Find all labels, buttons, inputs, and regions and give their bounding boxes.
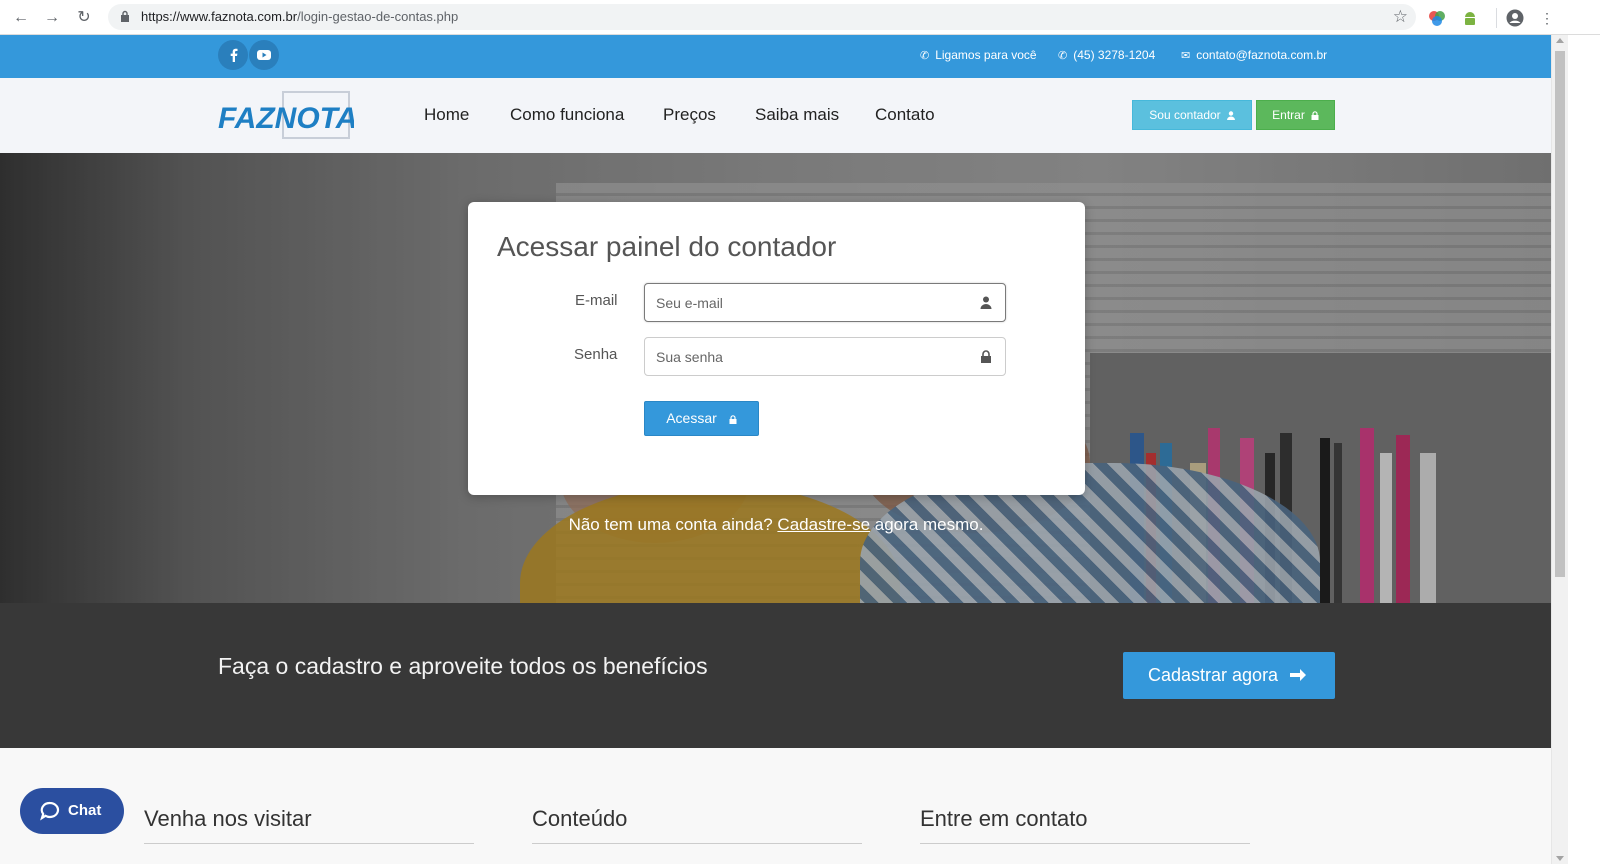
email-link[interactable]: ✉ contato@faznota.com.br — [1181, 48, 1327, 62]
scroll-down-icon[interactable] — [1556, 856, 1564, 861]
cta-text: Faça o cadastro e aproveite todos os ben… — [218, 653, 708, 679]
sou-contador-button[interactable]: Sou contador — [1132, 100, 1252, 130]
email-field[interactable] — [644, 283, 1006, 322]
faznota-logo[interactable]: FAZNOTA — [218, 90, 354, 142]
cadastrar-agora-button[interactable]: Cadastrar agora — [1123, 652, 1335, 699]
logo-text: FAZNOTA — [218, 102, 354, 135]
lock-icon — [981, 350, 991, 363]
arrow-right-icon — [1290, 669, 1306, 681]
arrow-left-icon[interactable]: ← — [10, 7, 32, 29]
url-path: /login-gestao-de-contas.php — [297, 9, 459, 24]
sou-contador-label: Sou contador — [1149, 108, 1221, 122]
login-card: Acessar painel do contador E-mail Senha … — [468, 202, 1085, 495]
email-text: contato@faznota.com.br — [1196, 48, 1328, 62]
youtube-icon — [257, 50, 271, 60]
profile-avatar-icon[interactable] — [1506, 9, 1524, 27]
cta-band: Faça o cadastro e aproveite todos os ben… — [0, 603, 1568, 748]
toolbar-divider — [1496, 8, 1497, 28]
chat-bubble-icon — [40, 801, 60, 821]
footer-divider — [144, 843, 474, 844]
color-extension-icon[interactable] — [1428, 9, 1446, 27]
acessar-label: Acessar — [666, 410, 717, 426]
url-host: https://www.faznota.com.br — [141, 9, 298, 24]
android-icon[interactable] — [1461, 9, 1479, 27]
signup-suffix: agora mesmo. — [870, 515, 984, 534]
footer-divider — [920, 843, 1250, 844]
arrow-right-icon[interactable]: → — [41, 7, 63, 29]
login-title: Acessar painel do contador — [497, 231, 837, 262]
footer-heading-content: Conteúdo — [532, 806, 628, 831]
password-field[interactable] — [644, 337, 1006, 376]
phone-icon: ✆ — [920, 50, 930, 62]
signup-prompt: Não tem uma conta ainda? Cadastre-se ago… — [0, 515, 1552, 535]
signup-prefix: Não tem uma conta ainda? — [568, 515, 778, 534]
scrollbar-thumb[interactable] — [1555, 51, 1565, 577]
menu-contato[interactable]: Contato — [875, 105, 935, 125]
acessar-button[interactable]: Acessar — [644, 401, 759, 436]
scroll-up-icon[interactable] — [1556, 38, 1564, 43]
lock-icon — [729, 415, 737, 424]
menu-home[interactable]: Home — [424, 105, 469, 125]
address-url: https://www.faznota.com.br/login-gestao-… — [141, 9, 458, 24]
reload-icon[interactable]: ↻ — [73, 7, 95, 29]
password-input[interactable] — [645, 338, 965, 375]
footer-heading-contact: Entre em contato — [920, 806, 1088, 831]
browser-menu-icon[interactable]: ⋮ — [1536, 7, 1558, 29]
chat-label: Chat — [68, 802, 102, 819]
top-contact-bar: ✆ Ligamos para você ✆ (45) 3278-1204 ✉ cont… — [0, 35, 1568, 78]
chat-button[interactable]: Chat — [20, 788, 124, 834]
phone-number[interactable]: ✆ (45) 3278-1204 — [1058, 48, 1155, 62]
facebook-icon — [230, 48, 238, 62]
browser-toolbar: ← → ↻ https://www.faznota.com.br/login-g… — [0, 0, 1600, 35]
envelope-icon: ✉ — [1181, 50, 1191, 62]
page-scrollbar[interactable] — [1551, 35, 1568, 864]
cadastrar-agora-label: Cadastrar agora — [1148, 665, 1279, 685]
address-bar[interactable]: https://www.faznota.com.br/login-gestao-… — [108, 4, 1416, 30]
entrar-label: Entrar — [1272, 108, 1305, 122]
phone-text: (45) 3278-1204 — [1073, 48, 1156, 62]
user-icon — [980, 296, 992, 309]
site-footer: Venha nos visitar Conteúdo Entre em cont… — [0, 748, 1568, 864]
footer-divider — [532, 843, 862, 844]
signup-link[interactable]: Cadastre-se — [777, 515, 870, 534]
facebook-link[interactable] — [218, 40, 248, 70]
email-label: E-mail — [575, 292, 618, 309]
phone-icon: ✆ — [1058, 50, 1068, 62]
entrar-button[interactable]: Entrar — [1256, 100, 1335, 130]
menu-como-funciona[interactable]: Como funciona — [510, 105, 624, 125]
menu-precos[interactable]: Preços — [663, 105, 716, 125]
call-us-text: Ligamos para você — [935, 48, 1037, 62]
email-input[interactable] — [645, 284, 965, 321]
bookmark-star-icon[interactable]: ☆ — [1393, 7, 1408, 27]
user-icon — [1226, 111, 1235, 120]
youtube-link[interactable] — [249, 40, 279, 70]
password-label: Senha — [574, 346, 618, 363]
footer-heading-visit: Venha nos visitar — [144, 806, 312, 831]
site-header: FAZNOTA Home Como funciona Preços Saiba … — [0, 78, 1568, 153]
menu-saiba-mais[interactable]: Saiba mais — [755, 105, 839, 125]
call-us-link[interactable]: ✆ Ligamos para você — [920, 48, 1037, 62]
lock-icon — [121, 10, 129, 22]
lock-icon — [1311, 111, 1319, 120]
